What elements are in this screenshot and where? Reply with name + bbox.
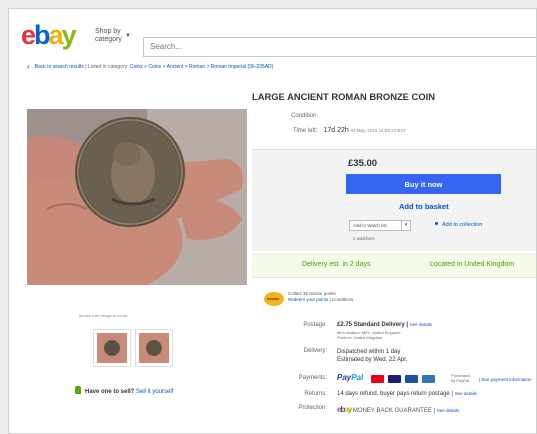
posts-to: Posts to: United Kingdom (337, 335, 383, 340)
time-left: Time left: 17d 22h 03 May, 2015 14:59:23 … (293, 127, 406, 134)
mastercard-icon (371, 375, 384, 383)
protection-value: ebay MONEY BACK GUARANTEE | See details (337, 405, 459, 414)
payments-label: Payments: (298, 375, 327, 381)
shop-by-category-dropdown[interactable]: Shop by category ▼ (95, 28, 131, 44)
postage-service: Standard Delivery | (353, 322, 409, 328)
seller-icon (75, 386, 81, 394)
amex-icon (422, 375, 435, 383)
thumbnail-1[interactable] (93, 329, 131, 367)
buy-box (252, 149, 536, 251)
returns-label: Returns: (304, 391, 327, 397)
ebay-logo[interactable]: ebay (21, 20, 77, 50)
postage-subinfo: Item location: MIIV, United Kingdom Post… (337, 330, 400, 340)
estimated-delivery: Estimated by Wed. 22 Apr. (337, 357, 408, 363)
listed-in-label: | Listed in category: (85, 64, 129, 70)
coin-in-hand-photo (27, 109, 247, 285)
back-to-results-link[interactable]: Back to search results (35, 64, 84, 70)
money-back-guarantee: MONEY BACK GUARANTEE | (352, 408, 436, 414)
add-to-watch-list-select[interactable]: Add to Watch list ▾ (349, 220, 411, 231)
sell-it-yourself-link[interactable]: Sell it yourself (136, 389, 173, 395)
thumbnail-image (139, 333, 169, 363)
time-left-value: 17d 22h (323, 127, 349, 134)
logo-letter-e: e (21, 20, 36, 50)
chevron-down-icon: ▼ (125, 33, 131, 39)
thumbnail-2[interactable] (135, 329, 173, 367)
by-paypal-text: by PayPal (451, 378, 470, 383)
delivery-estimate: Delivery est. in 2 days (302, 261, 371, 268)
watchers-count: 2 watchers (353, 236, 375, 241)
category-path-link[interactable]: Coins > Coins > Ancient > Roman > Roman … (130, 64, 273, 70)
logo-letter-b: b (34, 20, 50, 50)
payment-information-link[interactable]: | See payment information (479, 377, 531, 382)
thumbnail-image (97, 333, 127, 363)
sell-prompt: Have one to sell? Sell it yourself (75, 386, 173, 395)
ebay-mini-logo: ebay (337, 405, 352, 414)
returns-see-details-link[interactable]: See details (455, 391, 477, 396)
buy-it-now-button[interactable]: Buy it now (346, 174, 501, 194)
postage-label: Postage: (303, 322, 327, 328)
returns-policy: 14 days refund, buyer pays return postag… (337, 391, 453, 397)
conditions-link[interactable]: | Conditions (330, 297, 354, 302)
protection-see-details-link[interactable]: See details (437, 408, 459, 413)
breadcrumb: ‹ Back to search results | Listed in cate… (27, 61, 273, 71)
paypal-logo: PayPal (337, 373, 364, 382)
search-box (143, 37, 536, 57)
add-to-collection-link[interactable]: Add to collection (435, 222, 482, 228)
logo-letter-a: a (48, 20, 64, 50)
search-input[interactable] (150, 42, 530, 51)
zoom-hint: Mouse over image to zoom (79, 313, 128, 318)
price: £35.00 (348, 158, 378, 169)
nectar-points: Collect 35 Nectar points Redeem your poi… (288, 291, 353, 303)
add-to-collection-label: Add to collection (442, 222, 483, 228)
main-item-image[interactable] (27, 109, 247, 285)
add-to-basket-button[interactable]: Add to basket (399, 202, 449, 211)
back-arrow-icon[interactable]: ‹ (27, 62, 30, 71)
site-header: ebay Shop by category ▼ (9, 9, 536, 57)
watch-list-label: Add to Watch list (353, 222, 387, 228)
shop-by-label: Shop by (95, 28, 121, 35)
item-title: LARGE ANCIENT ROMAN BRONZE COIN (252, 91, 435, 102)
browser-page: ebay Shop by category ▼ ‹ Back to search … (8, 8, 537, 434)
postage-value: £2.75 Standard Delivery | See details (337, 322, 432, 328)
sell-question: Have one to sell? (85, 389, 135, 395)
time-left-label: Time left: (293, 128, 318, 134)
delivery-label: Delivery: (303, 348, 327, 354)
chevron-down-icon: ▾ (401, 221, 410, 230)
postage-see-details-link[interactable]: See details (410, 322, 432, 327)
delivery-info: Dispatched within 1 day Estimated by Wed… (337, 348, 408, 364)
maestro-icon (405, 375, 418, 383)
protection-label: Protection: (298, 405, 327, 411)
postage-price: £2.75 (337, 322, 353, 328)
returns-value: 14 days refund, buyer pays return postag… (337, 391, 477, 397)
visa-icon (388, 375, 401, 383)
item-location: Located in United Kingdom (430, 261, 515, 268)
dispatch-time: Dispatched within 1 day (337, 349, 401, 355)
processed-by-paypal: Processed by PayPal (451, 373, 470, 383)
logo-letter-y: y (61, 20, 77, 50)
category-label: category (95, 36, 122, 43)
nectar-logo-icon: nectar (264, 292, 284, 306)
time-left-detail: 03 May, 2015 14:59:23 BST (350, 128, 407, 133)
redeem-points-link[interactable]: Redeem your points (288, 297, 328, 302)
condition-label: Condition: (291, 113, 319, 119)
bullet-icon (435, 222, 438, 225)
